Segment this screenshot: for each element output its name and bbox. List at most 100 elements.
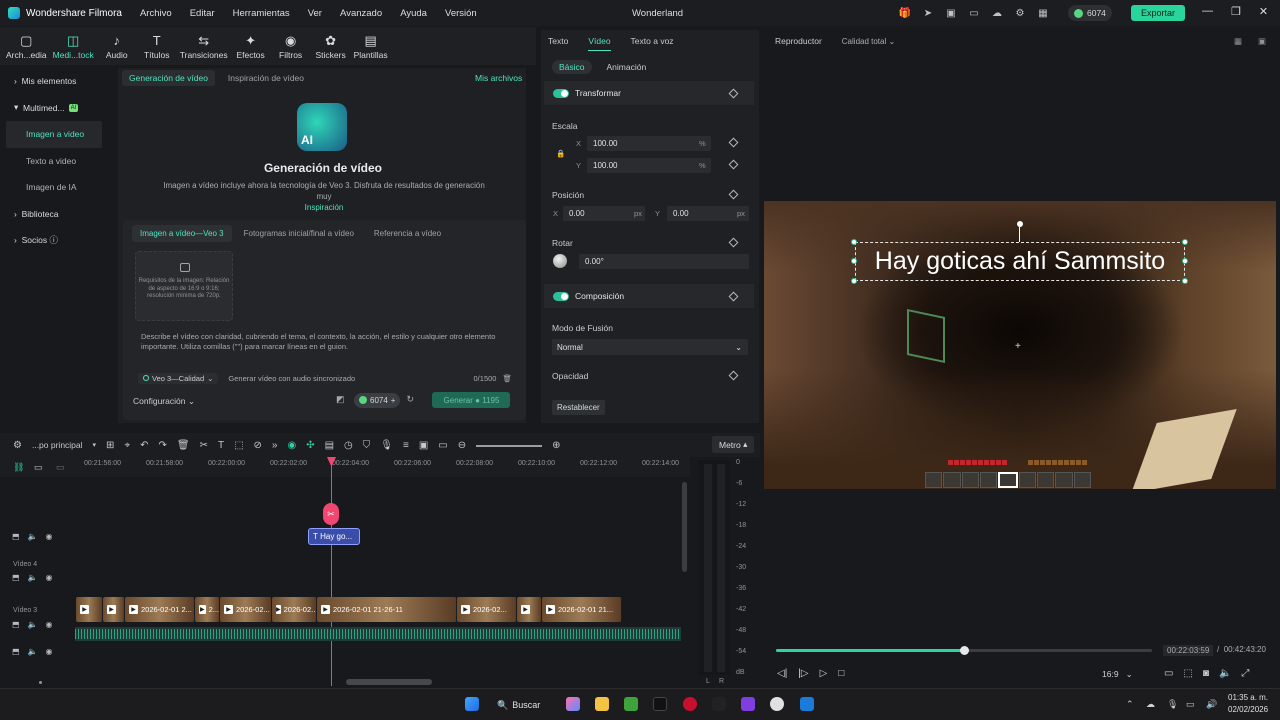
gift-icon[interactable]: 🎁 [898, 6, 912, 20]
chevron-down-icon[interactable]: ▾ [93, 441, 97, 449]
tool-transitions[interactable]: ⇆ Transiciones [180, 33, 228, 60]
progress-knob[interactable] [960, 646, 969, 655]
minimize-icon[interactable]: — [1202, 5, 1213, 18]
scale-x-input[interactable]: 100.00 [587, 136, 711, 151]
rotate-handle[interactable] [1017, 221, 1023, 227]
inbox-icon[interactable]: ▭ [967, 6, 981, 20]
video-clip[interactable]: ▶ 2026-02-01 21-26-11 [317, 597, 457, 622]
redo-icon[interactable]: ↷ [158, 440, 166, 451]
tab-video-generation[interactable]: Generación de vídeo [122, 70, 215, 86]
tool-effects[interactable]: ✦ Efectos [234, 33, 268, 60]
lock-icon[interactable]: ⬒ [12, 620, 20, 629]
resize-handle[interactable] [1182, 239, 1188, 245]
video-clip[interactable]: ▶ [517, 597, 542, 622]
app-icon[interactable] [741, 697, 755, 711]
zoom-in-icon[interactable]: ⊕ [552, 440, 560, 451]
tab-image-to-video-veo3[interactable]: Imagen a vídeo—Veo 3 [132, 225, 232, 242]
monitor-icon[interactable]: ▭ [1186, 699, 1195, 710]
windows-start-icon[interactable] [465, 697, 479, 711]
speed-icon[interactable]: ◷ [344, 440, 353, 451]
play-icon[interactable]: ▷ [820, 668, 828, 679]
tool-media[interactable]: ▢ Arch...edia [6, 33, 47, 60]
mute-icon[interactable]: 🔈 [28, 532, 38, 541]
file-explorer-icon[interactable] [595, 697, 609, 711]
mic-icon[interactable]: 🎙 [380, 440, 393, 451]
resize-handle[interactable] [1182, 278, 1188, 284]
video-clip[interactable]: ▶ 2026-02... [457, 597, 517, 622]
blend-mode-select[interactable]: Normal ⌄ [552, 339, 748, 355]
sidebar-item-my-elements[interactable]: › Mis elementos [6, 68, 102, 95]
more-icon[interactable]: » [272, 440, 278, 451]
opera-icon[interactable] [683, 697, 697, 711]
tool-stock-media[interactable]: ◫ Medi...tock [53, 33, 94, 60]
sidebar-item-image-to-video[interactable]: Imagen a video [6, 121, 102, 148]
mute-icon[interactable]: 🔈 [28, 573, 38, 582]
volume-icon[interactable]: 🔊 [1206, 699, 1217, 710]
timeline-vertical-scrollbar[interactable] [682, 482, 687, 572]
maximize-icon[interactable]: ❐ [1231, 5, 1241, 18]
sidebar-item-partners[interactable]: › Socios ⓘ [6, 227, 102, 254]
link-icon[interactable]: ⛓ [13, 462, 24, 473]
snapshot-icon[interactable]: ▦ [1234, 36, 1242, 47]
taskbar-search[interactable]: 🔍 Buscar [497, 696, 549, 714]
eye-icon[interactable]: ◉ [46, 532, 53, 541]
chevron-up-icon[interactable]: ⌃ [1126, 699, 1134, 710]
close-icon[interactable]: ✕ [1259, 5, 1268, 18]
my-files-link[interactable]: Mis archivos [475, 73, 522, 83]
resize-handle[interactable] [851, 258, 857, 264]
scale-y-input[interactable]: 100.00 [587, 158, 711, 173]
zoom-slider[interactable] [476, 444, 543, 447]
trash-icon[interactable]: 🗑 [502, 374, 512, 383]
send-icon[interactable]: ➤ [921, 6, 935, 20]
taskbar-clock[interactable]: 01:35 a. m. 02/02/2026 [1228, 692, 1268, 716]
chrome-icon[interactable] [770, 697, 784, 711]
eye-icon[interactable]: ◉ [46, 573, 53, 582]
menu-avanzado[interactable]: Avanzado [340, 8, 382, 19]
menu-ayuda[interactable]: Ayuda [400, 8, 427, 19]
menu-archivo[interactable]: Archivo [140, 8, 172, 19]
timeline-name[interactable]: ...po principal [32, 440, 83, 450]
tab-text[interactable]: Texto [548, 32, 568, 51]
rotate-dial[interactable] [553, 254, 567, 268]
ai-tool-icon[interactable]: ✣ [306, 440, 314, 451]
inspiration-link[interactable]: Inspiración [305, 203, 344, 212]
layout-icon[interactable]: ▦ [1036, 6, 1050, 20]
tool-filters[interactable]: ◉ Filtros [274, 33, 308, 60]
playback-progress[interactable] [776, 646, 1152, 655]
filmora-taskbar-icon[interactable] [800, 697, 814, 711]
link-icon[interactable]: 🔒 [556, 149, 565, 158]
rotate-input[interactable]: 0.00° [579, 254, 749, 269]
resize-handle[interactable] [851, 239, 857, 245]
audio-mix-icon[interactable]: ≡ [403, 440, 409, 451]
prompt-input[interactable]: Describe el vídeo con claridad, cubriend… [141, 332, 506, 352]
tab-animation[interactable]: Animación [600, 60, 654, 74]
render-icon[interactable]: ▤ [325, 440, 334, 451]
copilot-icon[interactable] [566, 697, 580, 711]
menu-ver[interactable]: Ver [308, 8, 322, 19]
lock-icon[interactable]: ⬒ [12, 647, 20, 656]
stop-icon[interactable]: □ [838, 668, 844, 679]
tool-audio[interactable]: ♪ Audio [100, 33, 134, 60]
title-clip[interactable]: T Hay go... [308, 528, 360, 545]
transform-section[interactable]: Transformar [544, 81, 754, 105]
playhead[interactable] [331, 460, 332, 686]
menu-editar[interactable]: Editar [190, 8, 215, 19]
ruler-unit-select[interactable]: Metro ▴ [712, 436, 755, 453]
mute-icon[interactable]: 🔈 [28, 620, 38, 629]
image-settings-icon[interactable]: ◩ [336, 394, 348, 406]
shield-icon[interactable]: ⛉ [363, 440, 371, 451]
timeline-ruler[interactable]: ⛓ ▭ ▭ 00:21:56:00 00:21:58:00 00:22:00:00 0… [0, 457, 690, 477]
cloud-icon[interactable]: ☁ [1146, 699, 1155, 710]
menu-herramientas[interactable]: Herramientas [233, 8, 290, 19]
tab-video[interactable]: Vídeo [588, 32, 611, 51]
cut-icon[interactable]: ✂ [200, 440, 208, 451]
eye-icon[interactable]: ◉ [46, 647, 53, 656]
eye-icon[interactable]: ◉ [46, 620, 53, 629]
video-clip[interactable]: ▶ 2... [195, 597, 220, 622]
sidebar-item-library[interactable]: › Biblioteca [6, 201, 102, 228]
grid-icon[interactable]: ⊞ [106, 440, 114, 451]
sidebar-item-multimedia[interactable]: ▾ Multimed... AI [6, 95, 102, 122]
image-icon[interactable]: ▣ [944, 6, 958, 20]
camera-icon[interactable]: ◙ [1203, 668, 1209, 679]
tab-basic[interactable]: Básico [552, 60, 592, 74]
